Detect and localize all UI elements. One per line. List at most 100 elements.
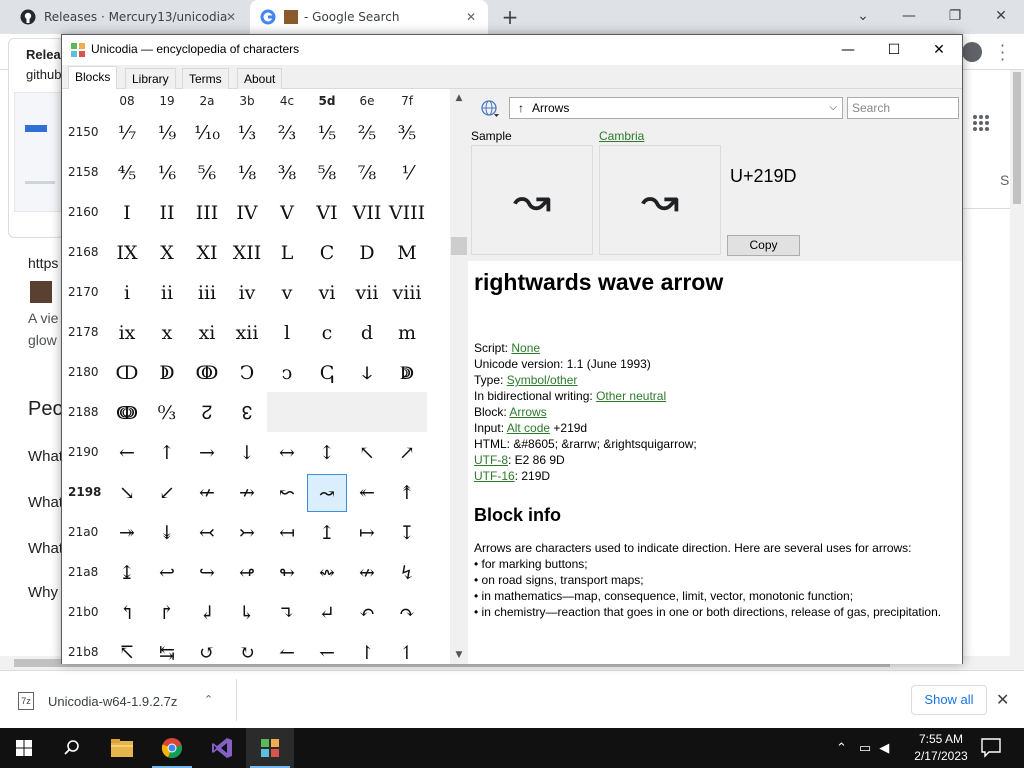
char-cell[interactable]: ↩ — [147, 554, 187, 592]
char-cell[interactable]: ↯ — [387, 554, 427, 592]
tab-terms[interactable]: Terms — [182, 68, 229, 89]
char-cell[interactable]: ↆ — [347, 354, 387, 392]
browser-vertical-scrollbar[interactable] — [1010, 70, 1024, 656]
char-cell[interactable]: ↴ — [267, 594, 307, 632]
char-cell[interactable]: v — [267, 274, 307, 312]
char-cell[interactable]: ↵ — [307, 594, 347, 632]
char-cell[interactable]: ↨ — [107, 554, 147, 592]
profile-avatar[interactable] — [962, 42, 982, 62]
char-cell[interactable]: ↕ — [307, 434, 347, 472]
char-cell[interactable]: ↓ — [227, 434, 267, 472]
char-cell[interactable]: XI — [187, 234, 227, 272]
char-cell-selected[interactable]: ↝ — [307, 474, 347, 512]
bidi-link[interactable]: Other neutral — [596, 389, 666, 403]
char-cell[interactable]: ↧ — [387, 514, 427, 552]
bg-link[interactable]: github — [26, 67, 61, 82]
char-cell[interactable]: ↷ — [387, 594, 427, 632]
char-cell[interactable]: ← — [107, 434, 147, 472]
char-cell[interactable]: ↜ — [267, 474, 307, 512]
char-cell[interactable]: II — [147, 194, 187, 232]
char-cell[interactable]: ⅑ — [147, 114, 187, 152]
char-cell[interactable]: ⅘ — [107, 154, 147, 192]
char-cell[interactable]: ↮ — [347, 554, 387, 592]
visual-studio-icon[interactable] — [198, 728, 246, 768]
char-cell[interactable]: ⅒ — [187, 114, 227, 152]
char-cell[interactable]: ↺ — [187, 634, 227, 664]
globe-icon[interactable] — [480, 99, 500, 119]
apps-grid-icon[interactable] — [972, 114, 990, 132]
copy-button[interactable]: Copy — [727, 235, 800, 256]
char-cell[interactable]: ⅝ — [307, 154, 347, 192]
browser-tab-releases[interactable]: Releases · Mercury13/unicodia ✕ — [8, 0, 248, 34]
minimize-icon[interactable]: — — [836, 38, 860, 62]
restore-icon[interactable]: ❐ — [943, 4, 967, 28]
char-cell[interactable]: I — [107, 194, 147, 232]
char-cell[interactable]: ↾ — [347, 634, 387, 664]
close-tab-icon[interactable]: ✕ — [464, 10, 478, 24]
char-cell[interactable]: ↄ — [267, 354, 307, 392]
download-item[interactable]: 7z Unicodia-w64-1.9.2.7z — [18, 689, 234, 713]
char-cell[interactable]: ↁ — [147, 354, 187, 392]
char-cell[interactable]: L — [267, 234, 307, 272]
char-cell[interactable]: ⅐ — [107, 114, 147, 152]
char-cell[interactable]: ⅙ — [147, 154, 187, 192]
char-cell[interactable]: d — [347, 314, 387, 352]
clock[interactable]: 7:55 AM 2/17/2023 — [912, 731, 970, 765]
browser-tab-google[interactable]: - Google Search ✕ — [250, 0, 488, 34]
char-cell[interactable]: ↣ — [227, 514, 267, 552]
window-title-bar[interactable]: Unicodia — encyclopedia of characters — … — [62, 35, 962, 65]
char-cell[interactable]: ↸ — [107, 634, 147, 664]
search-input[interactable]: Search — [847, 97, 959, 119]
char-cell[interactable]: ↰ — [107, 594, 147, 632]
scroll-thumb[interactable] — [451, 237, 467, 255]
char-cell[interactable]: c — [307, 314, 347, 352]
close-shelf-icon[interactable]: ✕ — [996, 690, 1009, 709]
char-cell[interactable]: ↋ — [227, 394, 267, 432]
minimize-icon[interactable]: — — [897, 4, 921, 28]
close-tab-icon[interactable]: ✕ — [224, 10, 238, 24]
char-cell[interactable]: ↅ — [307, 354, 347, 392]
char-cell[interactable]: D — [347, 234, 387, 272]
char-cell[interactable]: m — [387, 314, 427, 352]
menu-dots-icon[interactable]: · · · — [1000, 38, 1005, 68]
start-windows-icon[interactable] — [0, 728, 48, 768]
tab-library[interactable]: Library — [125, 68, 176, 89]
char-cell[interactable]: ↿ — [387, 634, 427, 664]
char-cell[interactable]: iv — [227, 274, 267, 312]
char-cell[interactable]: x — [147, 314, 187, 352]
char-cell[interactable]: ↉ — [147, 394, 187, 432]
char-cell[interactable]: ↖ — [347, 434, 387, 472]
char-cell[interactable]: ⅖ — [347, 114, 387, 152]
show-all-button[interactable]: Show all — [911, 685, 987, 715]
char-cell[interactable]: VIII — [387, 194, 427, 232]
char-cell[interactable]: ↂ — [187, 354, 227, 392]
notification-icon[interactable] — [980, 736, 1004, 760]
char-cell[interactable]: ↀ — [107, 354, 147, 392]
char-cell[interactable]: ↡ — [147, 514, 187, 552]
bg-question[interactable]: What — [28, 448, 63, 465]
tab-about[interactable]: About — [237, 68, 283, 89]
block-select[interactable]: ↑ Arrows ⌵ — [509, 97, 843, 119]
char-cell[interactable]: ⅔ — [267, 114, 307, 152]
char-cell[interactable]: ↢ — [187, 514, 227, 552]
char-cell[interactable]: ↟ — [387, 474, 427, 512]
char-cell[interactable]: vi — [307, 274, 347, 312]
unicodia-icon[interactable] — [246, 728, 294, 768]
bg-url[interactable]: https — [28, 255, 58, 271]
font-link[interactable]: Cambria — [599, 129, 644, 143]
chevron-up-icon[interactable]: ⌃ — [204, 693, 213, 706]
type-link[interactable]: Symbol/other — [507, 373, 578, 387]
char-cell[interactable]: M — [387, 234, 427, 272]
scroll-thumb[interactable] — [1013, 72, 1021, 204]
char-cell[interactable]: ↚ — [187, 474, 227, 512]
char-cell[interactable]: ↞ — [347, 474, 387, 512]
char-cell[interactable]: ↹ — [147, 634, 187, 664]
char-cell[interactable]: i — [107, 274, 147, 312]
char-cell[interactable]: XII — [227, 234, 267, 272]
char-cell[interactable]: ↤ — [267, 514, 307, 552]
file-explorer-icon[interactable] — [98, 728, 146, 768]
char-cell[interactable]: ⅗ — [387, 114, 427, 152]
char-cell[interactable]: ⅚ — [187, 154, 227, 192]
char-cell[interactable]: VII — [347, 194, 387, 232]
char-cell[interactable]: xi — [187, 314, 227, 352]
